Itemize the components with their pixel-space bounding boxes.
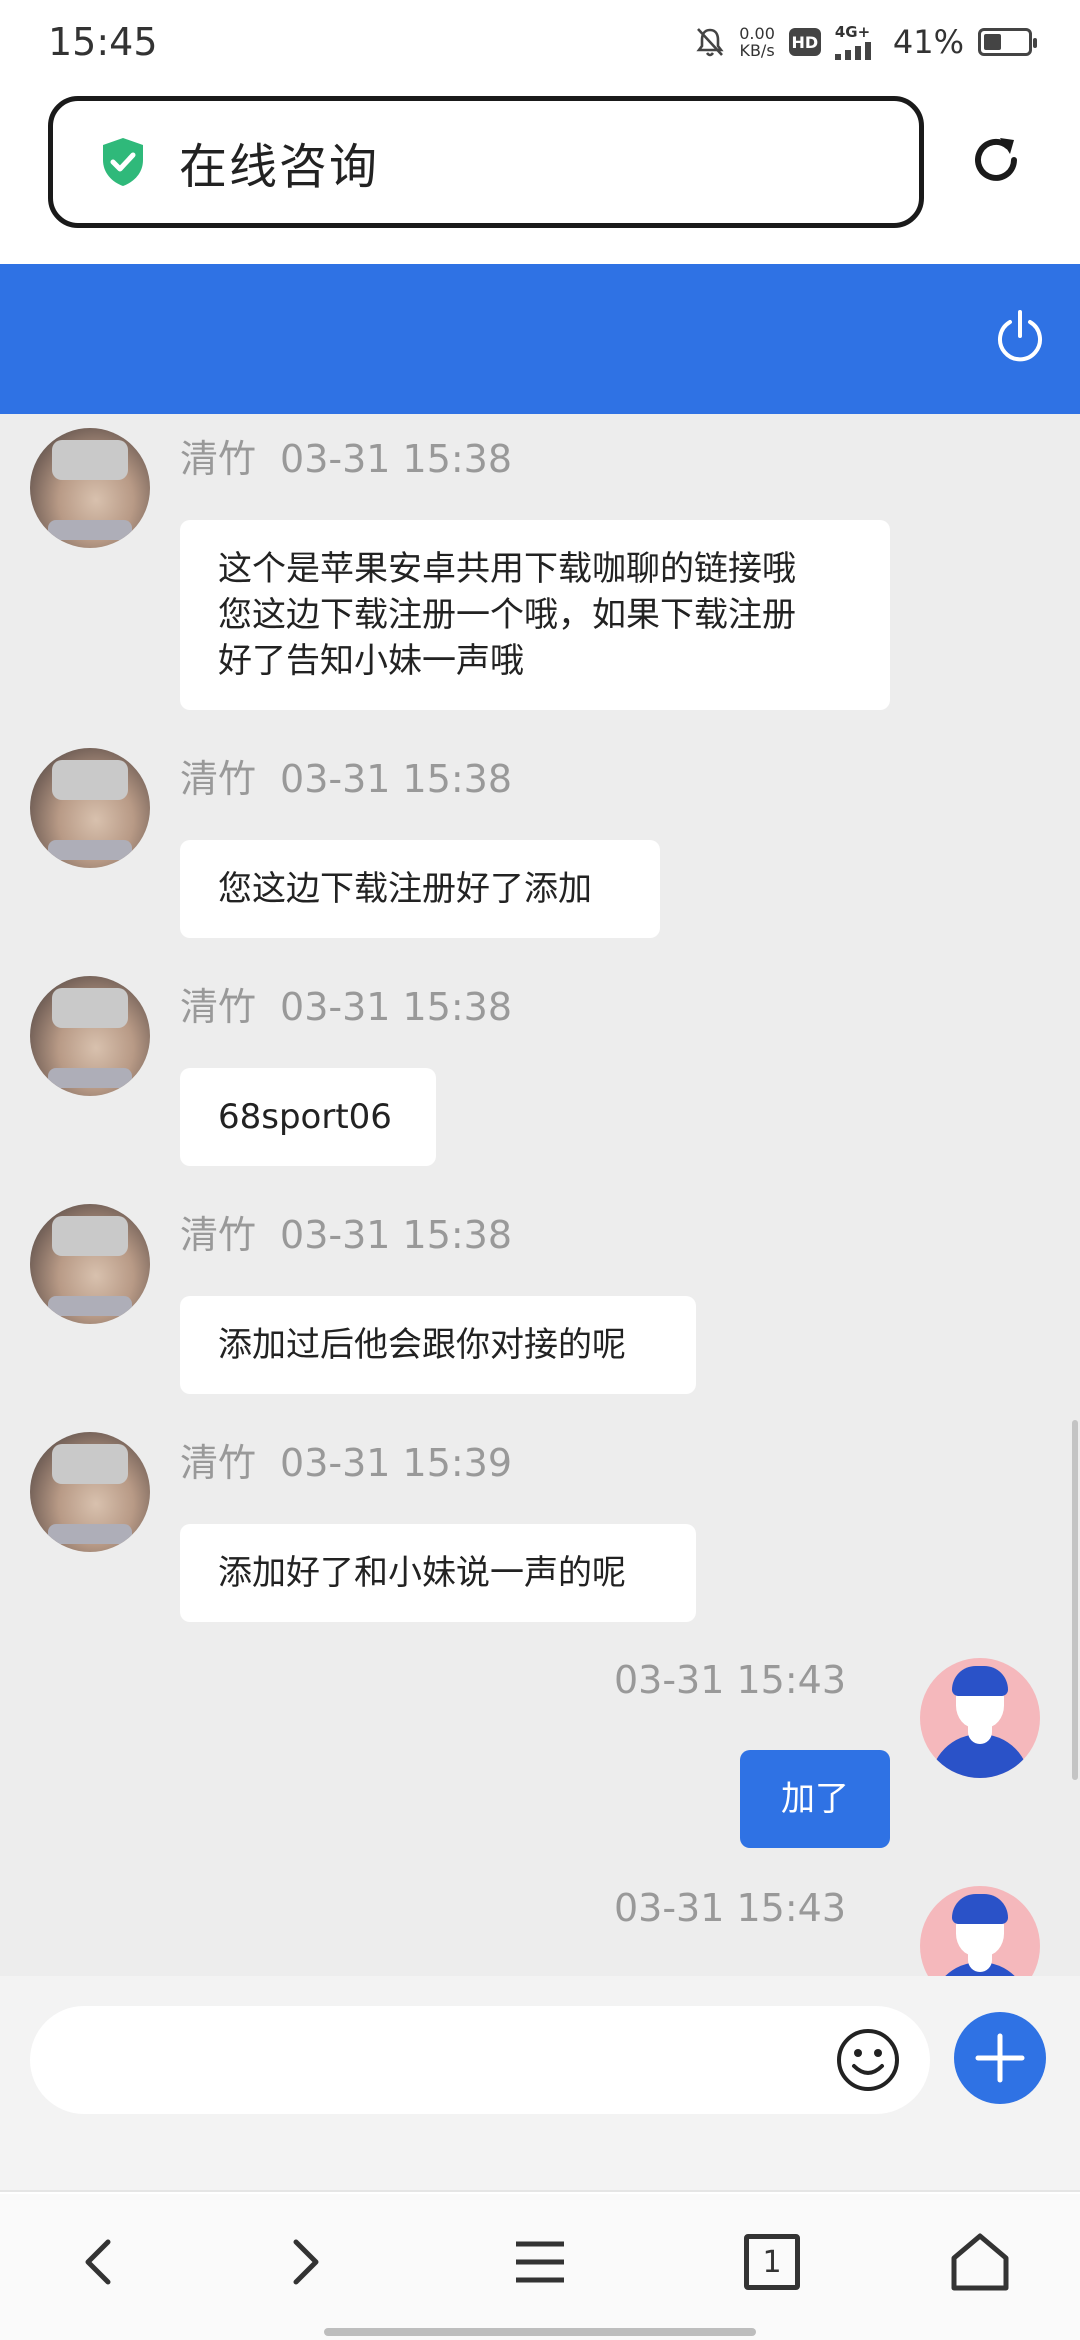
tab-count: 1 [762, 2244, 782, 2280]
message-bubble[interactable]: 加了 [740, 1750, 890, 1848]
message-time: 03-31 15:43 [613, 1658, 846, 1702]
avatar[interactable] [30, 976, 150, 1096]
message-line: 添加过后他会跟你对接的呢 [218, 1325, 626, 1365]
message-time: 03-31 15:38 [280, 437, 513, 481]
avatar[interactable] [30, 428, 150, 548]
battery-icon [978, 28, 1037, 56]
message-line: 添加好了和小妹说一声的呢 [218, 1553, 626, 1593]
message-outgoing: 03-31 15:43 加了 [0, 1658, 1080, 1848]
network-type: 4G+ [834, 22, 871, 41]
avatar[interactable] [920, 1886, 1040, 1976]
address-bar[interactable]: 在线咨询 [48, 96, 924, 228]
avatar[interactable] [920, 1658, 1040, 1778]
message-line: 加了 [781, 1779, 849, 1819]
message-bubble[interactable]: 68sport06 [180, 1068, 436, 1166]
plus-button[interactable] [954, 2012, 1046, 2104]
battery-percent: 41% [892, 23, 964, 61]
message-incoming: 清竹 03-31 15:39 添加好了和小妹说一声的呢 [0, 1432, 1080, 1622]
message-time: 03-31 15:43 [613, 1886, 846, 1930]
scrollbar[interactable] [1072, 1420, 1078, 1780]
message-incoming: 清竹 03-31 15:38 68sport06 [0, 976, 1080, 1166]
avatar[interactable] [30, 1432, 150, 1552]
tabs-button[interactable]: 1 [744, 2234, 800, 2290]
message-meta: 清竹 03-31 15:38 [180, 976, 512, 1031]
message-time: 03-31 15:38 [280, 1213, 513, 1257]
power-icon[interactable] [992, 308, 1048, 364]
signal-bars-icon [834, 41, 871, 60]
gesture-bar[interactable] [324, 2328, 756, 2336]
avatar[interactable] [30, 748, 150, 868]
reload-icon[interactable] [966, 130, 1026, 190]
bottom-nav: 1 [0, 2194, 1080, 2340]
page-title: 在线咨询 [179, 139, 380, 195]
message-meta: 清竹 03-31 15:39 [180, 1432, 512, 1487]
message-meta: 清竹 03-31 15:38 [180, 1204, 512, 1259]
message-time: 03-31 15:38 [280, 985, 513, 1029]
message-line: 这个是苹果安卓共用下载咖聊的链接哦 [218, 549, 796, 589]
message-meta: 清竹 03-31 15:38 [180, 748, 512, 803]
message-line: 您这边下载注册好了添加 [218, 869, 592, 909]
message-time: 03-31 15:38 [280, 757, 513, 801]
message-bubble[interactable]: 这个是苹果安卓共用下载咖聊的链接哦 您这边下载注册一个哦，如果下载注册 好了告知… [180, 520, 890, 710]
plus-icon [975, 2033, 1025, 2083]
status-icons: 0.00 KB/s HD 4G+ 41% [695, 22, 1037, 61]
sender-name: 清竹 [180, 757, 257, 801]
net-speed: 0.00 KB/s [739, 25, 775, 59]
message-incoming: 清竹 03-31 15:38 添加过后他会跟你对接的呢 [0, 1204, 1080, 1394]
net-speed-unit: KB/s [739, 41, 775, 60]
message-time: 03-31 15:39 [280, 1441, 513, 1485]
message-input[interactable] [30, 2006, 930, 2114]
message-bubble[interactable]: 添加好了和小妹说一声的呢 [180, 1524, 696, 1622]
message-bubble[interactable]: 添加过后他会跟你对接的呢 [180, 1296, 696, 1394]
message-line: 您这边下载注册一个哦，如果下载注册 [218, 595, 796, 635]
emoji-icon[interactable] [834, 2026, 902, 2094]
sender-name: 清竹 [180, 1213, 257, 1257]
bell-muted-icon [696, 28, 724, 57]
status-time: 15:45 [48, 20, 158, 64]
status-bar: 15:45 0.00 KB/s HD 4G+ 41% [0, 0, 1080, 84]
input-bar [0, 1976, 1080, 2192]
message-incoming: 清竹 03-31 15:38 您这边下载注册好了添加 [0, 748, 1080, 938]
shield-check-icon [103, 138, 143, 186]
message-outgoing: 03-31 15:43 [0, 1886, 1080, 1976]
signal-indicator: 4G+ [834, 22, 879, 60]
chat-header [0, 264, 1080, 414]
home-icon[interactable] [948, 2230, 1012, 2294]
message-incoming: 清竹 03-31 15:38 这个是苹果安卓共用下载咖聊的链接哦 您这边下载注册一… [0, 428, 1080, 710]
menu-icon[interactable] [508, 2230, 572, 2294]
sender-name: 清竹 [180, 985, 257, 1029]
message-line: 好了告知小妹一声哦 [218, 641, 524, 681]
chevron-right-icon[interactable] [272, 2230, 336, 2294]
message-bubble[interactable]: 您这边下载注册好了添加 [180, 840, 660, 938]
net-speed-value: 0.00 [739, 24, 775, 43]
battery-level [984, 34, 1002, 50]
sender-name: 清竹 [180, 437, 257, 481]
message-meta: 清竹 03-31 15:38 [180, 428, 512, 483]
chevron-left-icon[interactable] [68, 2230, 132, 2294]
avatar[interactable] [30, 1204, 150, 1324]
hd-badge: HD [788, 28, 821, 56]
message-line: 68sport06 [218, 1097, 392, 1137]
sender-name: 清竹 [180, 1441, 257, 1485]
chat-area[interactable]: 清竹 03-31 15:38 这个是苹果安卓共用下载咖聊的链接哦 您这边下载注册一… [0, 414, 1080, 1976]
